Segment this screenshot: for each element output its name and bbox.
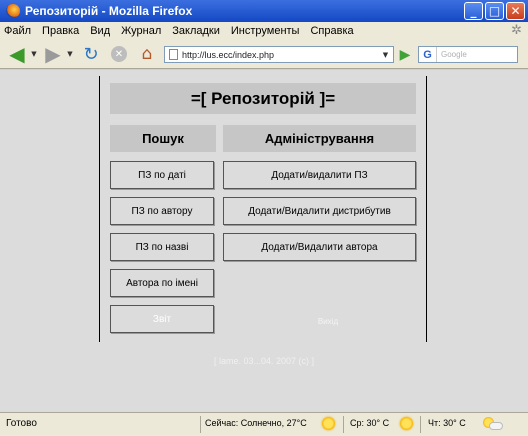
forward-button[interactable]: ▶ — [42, 42, 64, 66]
status-bar: Готово Сейчас: Солнечно, 27°C Ср: 30° C … — [0, 412, 528, 436]
status-divider — [420, 416, 421, 433]
menu-history[interactable]: Журнал — [121, 25, 161, 37]
home-icon: ⌂ — [141, 44, 153, 64]
search-engine-icon[interactable]: G — [419, 47, 437, 62]
partly-cloudy-icon — [483, 417, 503, 431]
menu-bookmarks[interactable]: Закладки — [172, 25, 220, 37]
search-section-title: Пошук — [110, 125, 216, 152]
address-bar[interactable]: http://lus.ecc/index.php ▼ — [164, 46, 394, 63]
menu-view[interactable]: Вид — [90, 25, 110, 37]
navigation-toolbar: ◀ ▼ ▶ ▼ ↻ ✕ ⌂ http://lus.ecc/index.php ▼… — [0, 39, 528, 69]
menu-tools[interactable]: Инструменты — [231, 25, 300, 37]
menu-file[interactable]: Файл — [4, 25, 31, 37]
search-bar[interactable]: G Google — [418, 46, 518, 63]
window-titlebar: Репозиторій - Mozilla Firefox _ □ ✕ — [0, 0, 528, 22]
close-button[interactable]: ✕ — [506, 2, 525, 20]
page-footer: [ lame. 03...04. 2007 (c) ] — [213, 356, 315, 366]
address-dropdown-icon[interactable]: ▼ — [379, 48, 392, 61]
menu-help[interactable]: Справка — [310, 25, 353, 37]
search-by-author-button[interactable]: ПЗ по автору — [110, 197, 214, 225]
right-border-line — [426, 76, 427, 342]
search-by-date-button[interactable]: ПЗ по даті — [110, 161, 214, 189]
left-border-line — [99, 76, 100, 342]
sunny-icon — [400, 417, 413, 430]
status-text: Готово — [6, 418, 37, 429]
window-title: Репозиторій - Mozilla Firefox — [25, 4, 193, 18]
throbber-icon: ✲ — [511, 23, 522, 38]
window-controls: _ □ ✕ — [464, 2, 525, 20]
add-remove-software-button[interactable]: Додати/видалити ПЗ — [223, 161, 416, 189]
maximize-button[interactable]: □ — [485, 2, 504, 20]
stop-icon: ✕ — [111, 46, 127, 62]
exit-link[interactable]: Вихід — [278, 317, 378, 326]
back-arrow-icon: ◀ — [9, 42, 25, 66]
author-by-name-button[interactable]: Автора по імені — [110, 269, 214, 297]
status-divider — [343, 416, 344, 433]
back-history-dropdown[interactable]: ▼ — [30, 43, 38, 65]
weather-thursday[interactable]: Чт: 30° C — [428, 418, 466, 428]
home-button[interactable]: ⌂ — [136, 43, 158, 65]
search-placeholder[interactable]: Google — [441, 50, 467, 59]
page-content: =[ Репозиторій ]= Пошук Адміністрування … — [0, 70, 528, 412]
forward-arrow-icon: ▶ — [45, 42, 61, 66]
address-url[interactable]: http://lus.ecc/index.php — [182, 50, 274, 60]
reload-button[interactable]: ↻ — [80, 43, 102, 65]
status-divider — [200, 416, 201, 433]
forward-history-dropdown[interactable]: ▼ — [66, 43, 74, 65]
back-button[interactable]: ◀ — [6, 42, 28, 66]
menu-bar: Файл Правка Вид Журнал Закладки Инструме… — [0, 22, 528, 39]
stop-button[interactable]: ✕ — [108, 43, 130, 65]
minimize-button[interactable]: _ — [464, 2, 483, 20]
go-button[interactable]: ▶ — [397, 47, 413, 63]
report-button[interactable]: Звіт — [110, 305, 214, 333]
sunny-icon — [322, 417, 335, 430]
admin-section-title: Адміністрування — [223, 125, 416, 152]
reload-icon: ↻ — [83, 43, 99, 65]
page-title: =[ Репозиторій ]= — [110, 83, 416, 114]
menu-edit[interactable]: Правка — [42, 25, 79, 37]
add-remove-distribution-button[interactable]: Додати/Видалити дистрибутив — [223, 197, 416, 225]
firefox-logo-icon — [6, 4, 20, 18]
add-remove-author-button[interactable]: Додати/Видалити автора — [223, 233, 416, 261]
weather-wednesday[interactable]: Ср: 30° C — [350, 418, 389, 428]
weather-now[interactable]: Сейчас: Солнечно, 27°C — [205, 418, 307, 428]
search-by-name-button[interactable]: ПЗ по назві — [110, 233, 214, 261]
page-icon — [169, 49, 178, 60]
